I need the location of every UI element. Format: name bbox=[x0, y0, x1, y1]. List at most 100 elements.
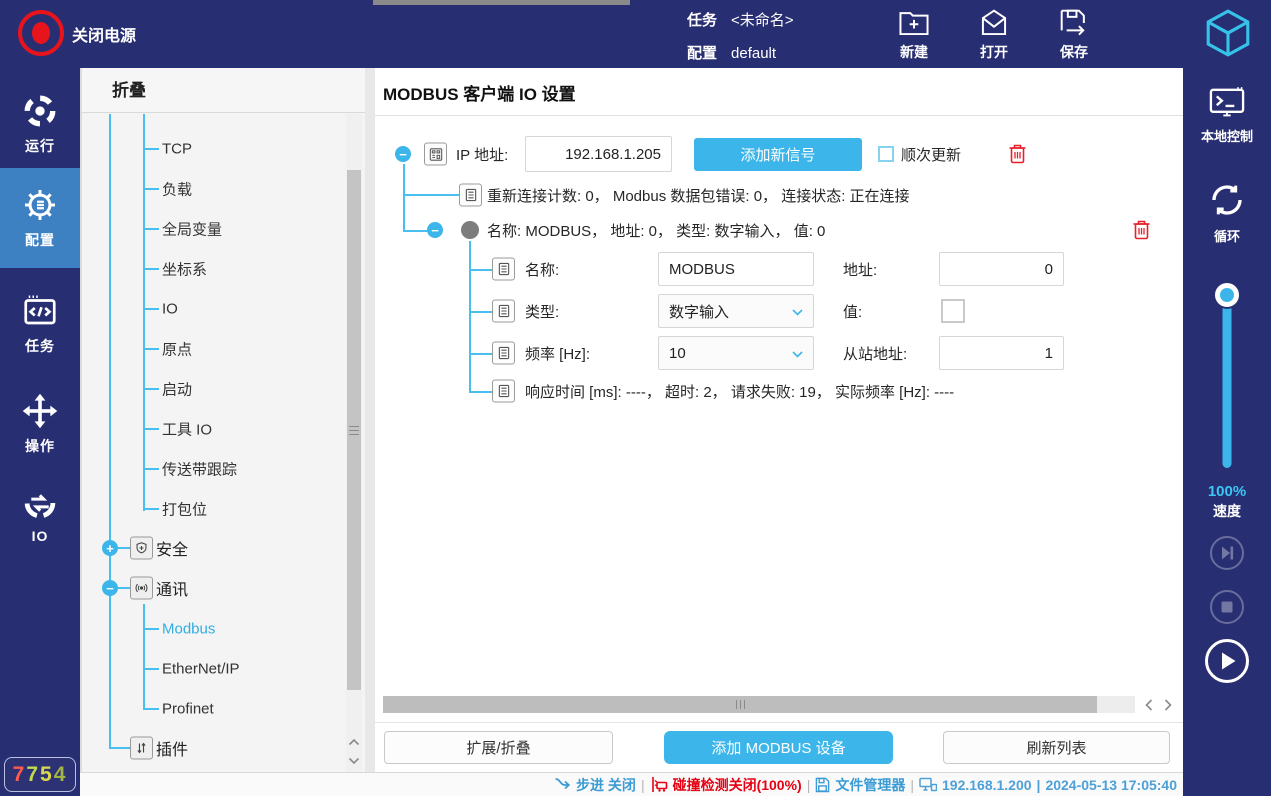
tree-item-pack[interactable]: 打包位 bbox=[162, 499, 207, 520]
config-tree-panel: 折叠 安装 TCP 负载 全局变量 坐标系 IO 原点 启动 工具 IO 传送带… bbox=[80, 68, 365, 772]
open-button[interactable]: 打开 bbox=[964, 8, 1024, 62]
tree-connector bbox=[143, 428, 159, 430]
tree-connector bbox=[143, 114, 145, 511]
speed-slider-knob[interactable] bbox=[1215, 283, 1239, 307]
tree-item-io[interactable]: IO bbox=[162, 301, 178, 318]
sidebar-item-operate[interactable]: 操作 bbox=[0, 385, 80, 463]
chevron-down-icon bbox=[792, 345, 803, 362]
tree-connector bbox=[143, 708, 159, 710]
tree-connector bbox=[469, 241, 471, 393]
divider bbox=[375, 115, 1183, 116]
badge-digit: 7 bbox=[13, 763, 27, 787]
tree-item-modbus[interactable]: Modbus bbox=[162, 621, 215, 638]
tree-connector bbox=[143, 508, 159, 510]
run-icon bbox=[22, 93, 58, 129]
tree-item-tcp[interactable]: TCP bbox=[162, 141, 192, 158]
stop-button[interactable] bbox=[1209, 589, 1245, 625]
speed-percent: 100% bbox=[1183, 483, 1271, 500]
tree-group-comm[interactable]: 通讯 bbox=[156, 576, 188, 600]
tree-item-profinet[interactable]: Profinet bbox=[162, 701, 214, 718]
tree-item-home[interactable]: 原点 bbox=[162, 339, 192, 360]
tree-connector bbox=[143, 308, 159, 310]
local-control-button[interactable]: 本地控制 bbox=[1183, 86, 1271, 145]
sequential-update-checkbox[interactable] bbox=[878, 146, 894, 162]
loop-label: 循环 bbox=[1214, 226, 1240, 245]
tree-group-plugin[interactable]: 插件 bbox=[156, 736, 188, 760]
file-manager-link[interactable]: 文件管理器 bbox=[835, 775, 905, 795]
tree-item-payload[interactable]: 负载 bbox=[162, 179, 192, 200]
config-gear-icon bbox=[22, 187, 58, 223]
scroll-up-button[interactable] bbox=[346, 733, 362, 750]
sidebar-label-operate: 操作 bbox=[25, 436, 55, 456]
field-doc-icon bbox=[492, 300, 515, 323]
collision-icon bbox=[650, 776, 668, 793]
counter-badge: 7 7 5 4 bbox=[4, 757, 76, 792]
collapse-node-signal[interactable]: − bbox=[427, 222, 443, 238]
ip-address-input[interactable] bbox=[525, 136, 672, 172]
skip-next-button[interactable] bbox=[1209, 535, 1245, 571]
collapse-node-device[interactable]: − bbox=[395, 146, 411, 162]
address-input[interactable] bbox=[939, 252, 1064, 286]
tree-item-startup[interactable]: 启动 bbox=[162, 379, 192, 400]
power-off-button[interactable] bbox=[18, 10, 64, 56]
collapse-header[interactable]: 折叠 bbox=[82, 68, 365, 113]
frequency-select[interactable]: 10 bbox=[658, 336, 814, 370]
connection-stats-row: 重新连接计数: 0， Modbus 数据包错误: 0， 连接状态: 正在连接 bbox=[487, 185, 910, 205]
power-off-label: 关闭电源 bbox=[72, 22, 136, 46]
step-status[interactable]: 步进 关闭 bbox=[576, 775, 636, 795]
tree-item-tool-io[interactable]: 工具 IO bbox=[162, 419, 212, 440]
field-doc-icon bbox=[492, 380, 515, 403]
play-button[interactable] bbox=[1204, 638, 1250, 684]
signal-name-input[interactable] bbox=[658, 252, 814, 286]
scroll-down-button[interactable] bbox=[346, 752, 362, 769]
badge-digit: 4 bbox=[54, 763, 68, 787]
collision-status[interactable]: 碰撞检测关闭(100%) bbox=[673, 775, 802, 795]
type-select[interactable]: 数字输入 bbox=[658, 294, 814, 328]
tree-item-conveyor[interactable]: 传送带跟踪 bbox=[162, 459, 237, 480]
tree-scrollbar-thumb[interactable] bbox=[347, 170, 361, 690]
tree-item-global-vars[interactable]: 全局变量 bbox=[162, 219, 222, 240]
local-control-label: 本地控制 bbox=[1201, 126, 1253, 145]
sidebar-label-run: 运行 bbox=[25, 136, 55, 156]
save-button[interactable]: 保存 bbox=[1044, 8, 1104, 62]
sidebar-item-task[interactable]: 任务 bbox=[0, 285, 80, 363]
refresh-list-button[interactable]: 刷新列表 bbox=[943, 731, 1170, 764]
file-manager-icon bbox=[815, 777, 830, 793]
tree-connector bbox=[143, 468, 159, 470]
value-checkbox[interactable] bbox=[941, 299, 965, 323]
new-button[interactable]: 新建 bbox=[884, 8, 944, 62]
sidebar-item-io[interactable]: IO bbox=[0, 475, 80, 553]
delete-signal-button[interactable] bbox=[1132, 220, 1151, 241]
scroll-left-button[interactable] bbox=[1140, 696, 1158, 713]
tree-item-ethernet-ip[interactable]: EtherNet/IP bbox=[162, 661, 240, 678]
scroll-right-button[interactable] bbox=[1159, 696, 1177, 713]
sidebar-item-run[interactable]: 运行 bbox=[0, 85, 80, 163]
expand-collapse-button[interactable]: 扩展/折叠 bbox=[384, 731, 613, 764]
collapse-node-comm[interactable]: − bbox=[102, 580, 118, 596]
page-title: MODBUS 客户端 IO 设置 bbox=[383, 80, 576, 105]
add-signal-button[interactable]: 添加新信号 bbox=[694, 138, 862, 171]
tree-connector bbox=[469, 269, 492, 271]
add-modbus-device-button[interactable]: 添加 MODBUS 设备 bbox=[664, 731, 893, 764]
top-gray-strip bbox=[373, 0, 630, 5]
device-icon bbox=[424, 143, 447, 166]
loop-button[interactable]: 循环 bbox=[1183, 180, 1271, 245]
tree-connector bbox=[469, 391, 492, 393]
speed-slider-track[interactable] bbox=[1223, 288, 1232, 468]
expand-node-security[interactable]: + bbox=[102, 540, 118, 556]
tree-item-coord[interactable]: 坐标系 bbox=[162, 259, 207, 280]
horizontal-scrollbar-thumb[interactable] bbox=[383, 696, 1097, 713]
io-swap-icon bbox=[22, 485, 58, 521]
task-label: 任务 bbox=[687, 12, 717, 29]
delete-device-button[interactable] bbox=[1008, 144, 1027, 165]
task-code-icon bbox=[22, 293, 58, 329]
slave-address-input[interactable] bbox=[939, 336, 1064, 370]
sequential-update-label: 顺次更新 bbox=[901, 144, 961, 165]
horizontal-scrollbar[interactable] bbox=[383, 696, 1135, 713]
tree-group-security[interactable]: 安全 bbox=[156, 536, 188, 560]
controller-ip: 192.168.1.200 bbox=[942, 777, 1032, 793]
tree-scrollbar[interactable] bbox=[346, 114, 362, 772]
scroll-grip bbox=[740, 700, 741, 709]
tree-connector bbox=[143, 388, 159, 390]
sidebar-item-config[interactable]: 配置 bbox=[0, 168, 80, 268]
